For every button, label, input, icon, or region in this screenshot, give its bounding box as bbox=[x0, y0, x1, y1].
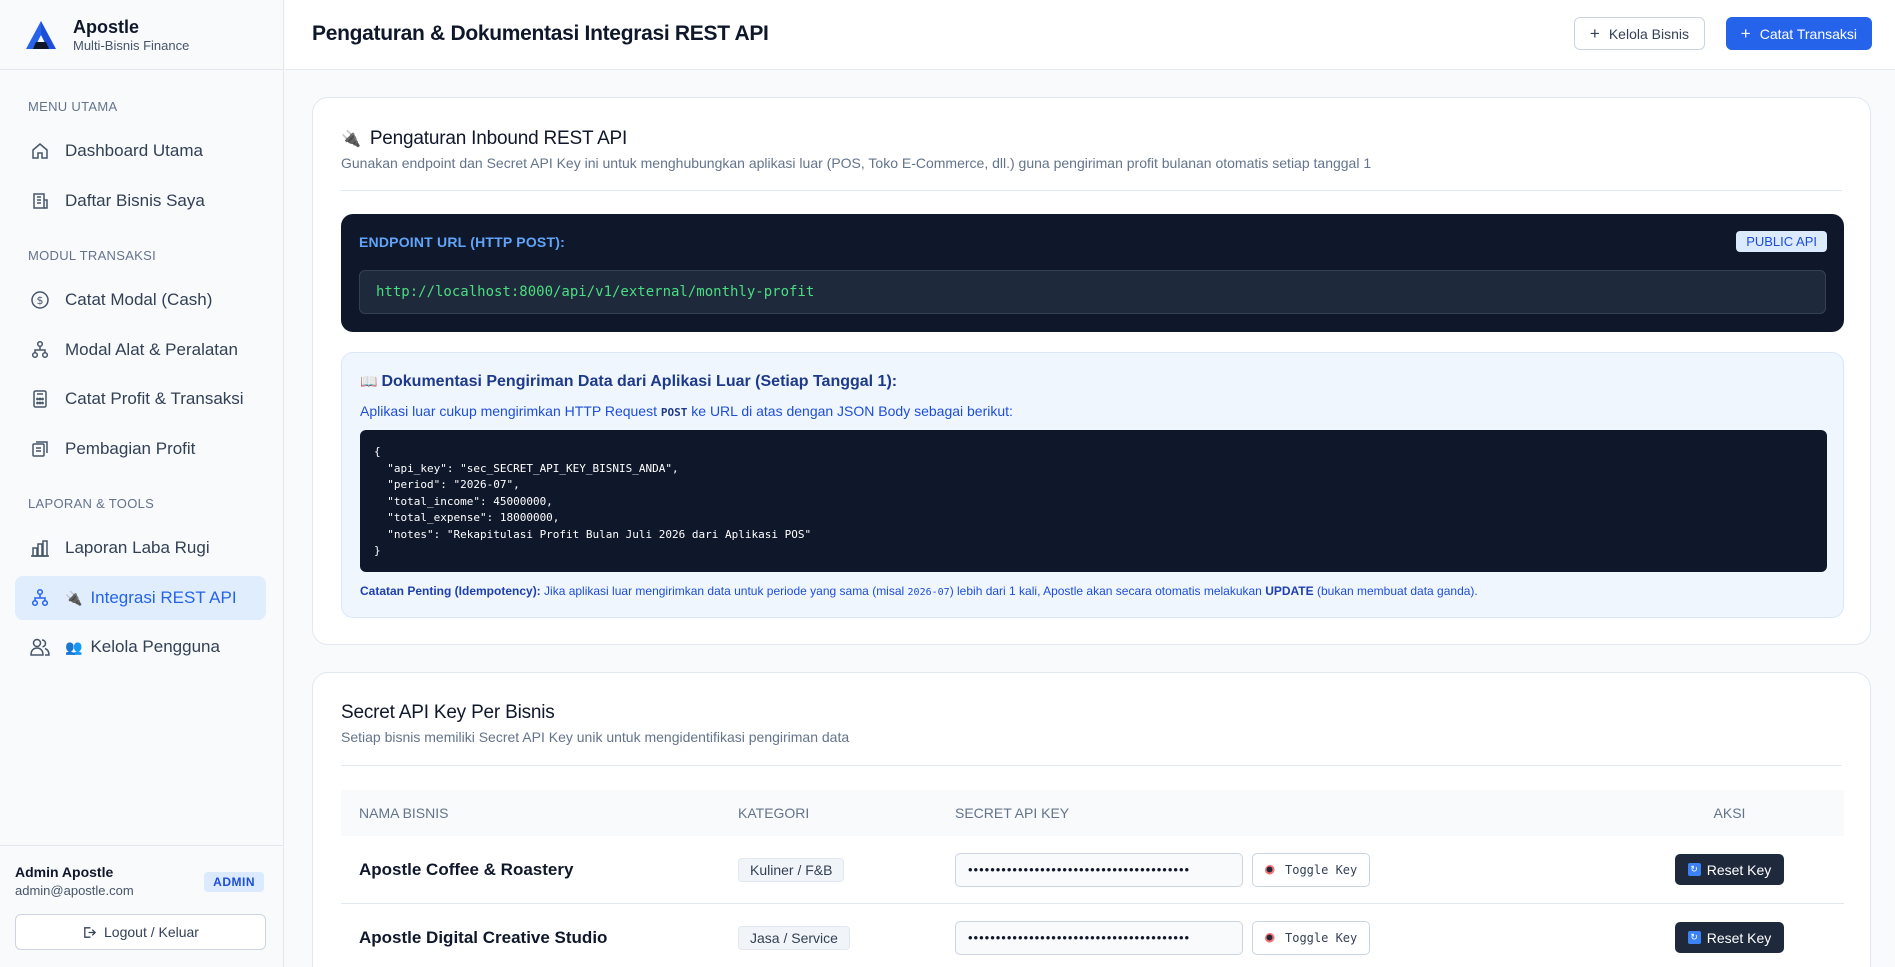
public-api-badge: PUBLIC API bbox=[1736, 231, 1827, 252]
endpoint-panel: ENDPOINT URL (HTTP POST): PUBLIC API htt… bbox=[341, 214, 1844, 332]
plus-icon: + bbox=[1589, 24, 1600, 43]
brand-subtitle: Multi-Bisnis Finance bbox=[73, 37, 190, 53]
sidebar-footer: Admin Apostle admin@apostle.com ADMIN Lo… bbox=[0, 845, 284, 967]
endpoint-url-field[interactable]: http://localhost:8000/api/v1/external/mo… bbox=[359, 270, 1826, 314]
table-row: Apostle Digital Creative Studio Jasa / S… bbox=[341, 904, 1844, 967]
reset-key-button[interactable]: ↻ Reset Key bbox=[1674, 922, 1785, 953]
business-name: Apostle Digital Creative Studio bbox=[359, 927, 608, 947]
nav-section-main: MENU UTAMA bbox=[28, 99, 118, 114]
category-badge: Jasa / Service bbox=[738, 925, 850, 950]
toggle-key-button[interactable]: Toggle Key bbox=[1252, 852, 1371, 887]
keys-card-subtitle: Setiap bisnis memiliki Secret API Key un… bbox=[341, 729, 850, 745]
page-title: Pengaturan & Dokumentasi Integrasi REST … bbox=[312, 22, 769, 45]
book-icon: 📖 bbox=[360, 373, 378, 389]
sidebar-item-label: Dashboard Utama bbox=[65, 141, 203, 160]
nav-section-transactions: MODUL TRANSAKSI bbox=[28, 248, 157, 263]
sidebar-item-label: Catat Profit & Transaksi bbox=[65, 389, 244, 408]
plus-icon: + bbox=[1740, 24, 1751, 43]
logout-button[interactable]: Logout / Keluar bbox=[15, 914, 266, 950]
record-transaction-label: Catat Transaksi bbox=[1759, 25, 1857, 42]
users-icon bbox=[29, 636, 51, 658]
documentation-panel: 📖 Dokumentasi Pengiriman Data dari Aplika… bbox=[341, 352, 1844, 618]
table-header: NAMA BISNIS KATEGORI SECRET API KEY AKSI bbox=[341, 790, 1844, 836]
business-name: Apostle Coffee & Roastery bbox=[359, 859, 574, 879]
sidebar-item-label: Catat Modal (Cash) bbox=[65, 290, 213, 309]
people-icon: 👥 bbox=[65, 638, 83, 655]
sidebar-item-profit-sharing[interactable]: Pembagian Profit bbox=[15, 427, 266, 471]
secret-key-field[interactable]: •••••••••••••••••••••••••••••••••••••••• bbox=[955, 920, 1243, 955]
plug-icon: 🔌 bbox=[65, 589, 83, 606]
user-name: Admin Apostle bbox=[15, 864, 114, 880]
sidebar-item-equipment-capital[interactable]: Modal Alat & Peralatan bbox=[15, 328, 266, 372]
top-header: Pengaturan & Dokumentasi Integrasi REST … bbox=[285, 0, 1895, 70]
toggle-key-button[interactable]: Toggle Key bbox=[1252, 920, 1371, 955]
sidebar-item-business-list[interactable]: Daftar Bisnis Saya bbox=[15, 179, 266, 223]
sidebar-item-profit-transactions[interactable]: Catat Profit & Transaksi bbox=[15, 377, 266, 421]
sidebar-item-manage-users[interactable]: 👥 Kelola Pengguna bbox=[15, 625, 266, 669]
endpoint-label: ENDPOINT URL (HTTP POST): bbox=[359, 234, 565, 250]
json-body-example: { "api_key": "sec_SECRET_API_KEY_BISNIS_… bbox=[360, 430, 1827, 572]
secret-key-field[interactable]: •••••••••••••••••••••••••••••••••••••••• bbox=[955, 852, 1243, 887]
divider bbox=[341, 765, 1842, 766]
apostle-logo-icon bbox=[26, 20, 56, 49]
documentation-title: 📖 Dokumentasi Pengiriman Data dari Aplika… bbox=[360, 373, 898, 390]
brand[interactable]: Apostle Multi-Bisnis Finance bbox=[0, 0, 283, 70]
inbound-card-subtitle: Gunakan endpoint dan Secret API Key ini … bbox=[341, 155, 1372, 171]
sidebar-item-label: Laporan Laba Rugi bbox=[65, 538, 210, 557]
category-badge: Kuliner / F&B bbox=[738, 857, 845, 882]
sidebar-item-label: Integrasi REST API bbox=[90, 588, 237, 607]
column-actions: AKSI bbox=[1713, 805, 1746, 821]
inbound-api-card: 🔌 Pengaturan Inbound REST API Gunakan en… bbox=[312, 97, 1871, 645]
home-icon bbox=[29, 140, 51, 162]
keys-card-title: Secret API Key Per Bisnis bbox=[341, 702, 555, 723]
documentation-description: Aplikasi luar cukup mengirimkan HTTP Req… bbox=[360, 403, 1013, 419]
column-business-name: NAMA BISNIS bbox=[359, 805, 449, 821]
idempotency-note: Catatan Penting (Idempotency): Jika apli… bbox=[360, 584, 1478, 598]
sidebar-item-dashboard[interactable]: Dashboard Utama bbox=[15, 129, 266, 173]
inbound-card-title: 🔌 Pengaturan Inbound REST API bbox=[341, 128, 628, 149]
logout-icon bbox=[84, 926, 97, 938]
api-keys-table: NAMA BISNIS KATEGORI SECRET API KEY AKSI… bbox=[341, 790, 1844, 967]
brand-name: Apostle bbox=[73, 16, 140, 37]
sidebar-item-label: Modal Alat & Peralatan bbox=[65, 340, 238, 359]
plug-icon: 🔌 bbox=[341, 131, 361, 148]
sidebar-item-profit-loss-report[interactable]: Laporan Laba Rugi bbox=[15, 526, 266, 570]
eye-icon bbox=[1265, 864, 1275, 875]
eye-icon bbox=[1265, 932, 1275, 943]
manage-business-label: Kelola Bisnis bbox=[1608, 25, 1689, 42]
column-category: KATEGORI bbox=[738, 805, 810, 821]
record-transaction-button[interactable]: + Catat Transaksi bbox=[1725, 17, 1872, 50]
calculator-icon bbox=[29, 388, 51, 410]
sidebar-item-label: Pembagian Profit bbox=[65, 439, 196, 458]
user-email: admin@apostle.com bbox=[15, 883, 134, 898]
refresh-icon: ↻ bbox=[1687, 863, 1701, 876]
table-row: Apostle Coffee & Roastery Kuliner / F&B … bbox=[341, 836, 1844, 904]
nav-section-reports: LAPORAN & TOOLS bbox=[28, 496, 155, 511]
workflow-icon bbox=[29, 339, 51, 361]
manage-business-button[interactable]: + Kelola Bisnis bbox=[1573, 17, 1705, 50]
workflow-icon bbox=[29, 587, 51, 609]
secret-keys-card: Secret API Key Per Bisnis Setiap bisnis … bbox=[312, 672, 1871, 967]
sidebar-item-label: Daftar Bisnis Saya bbox=[65, 191, 205, 210]
svg-text:$: $ bbox=[37, 294, 44, 307]
building-icon bbox=[29, 190, 51, 212]
sidebar-item-rest-api[interactable]: 🔌 Integrasi REST API bbox=[15, 576, 266, 620]
column-secret-key: SECRET API KEY bbox=[955, 805, 1070, 821]
receipt-icon bbox=[29, 438, 51, 460]
bar-chart-icon bbox=[29, 537, 51, 559]
role-badge: ADMIN bbox=[204, 872, 264, 892]
logout-label: Logout / Keluar bbox=[104, 924, 199, 940]
divider bbox=[341, 190, 1842, 191]
sidebar-item-label: Kelola Pengguna bbox=[90, 637, 220, 656]
refresh-icon: ↻ bbox=[1687, 931, 1701, 944]
sidebar-item-cash-capital[interactable]: $ Catat Modal (Cash) bbox=[15, 278, 266, 322]
reset-key-button[interactable]: ↻ Reset Key bbox=[1674, 854, 1785, 885]
sidebar: Apostle Multi-Bisnis Finance MENU UTAMA … bbox=[0, 0, 284, 967]
dollar-circle-icon: $ bbox=[29, 289, 51, 311]
